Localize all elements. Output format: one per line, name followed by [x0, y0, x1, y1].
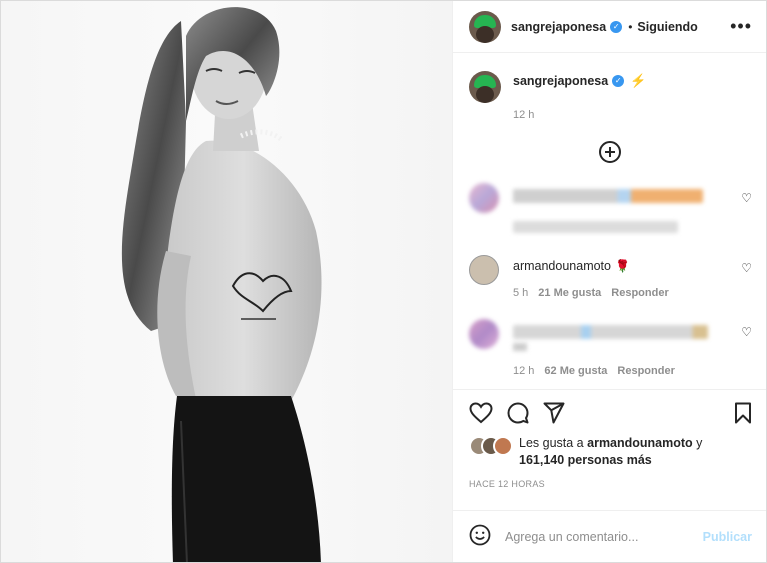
comments-list[interactable]: sangrejaponesa ✓ ⚡ 12 h ♡ armandounamoto… [453, 53, 766, 389]
post-timestamp[interactable]: HACE 12 HORAS [453, 479, 766, 489]
emoji-smiley-icon[interactable] [469, 524, 491, 549]
comment-text: 🌹 [614, 259, 630, 273]
add-comment-bar: Publicar [453, 510, 766, 562]
comment-username[interactable]: armandounamoto [513, 259, 611, 273]
comment-input[interactable] [505, 529, 703, 544]
comment-bubble-icon[interactable] [507, 402, 529, 424]
comment-like-heart-icon[interactable]: ♡ [741, 325, 752, 339]
verified-icon: ✓ [610, 20, 623, 33]
comment-like-heart-icon[interactable]: ♡ [741, 261, 752, 275]
comment-body-redacted: 12 h 62 Me gusta Responder [513, 319, 743, 377]
post-actions [453, 389, 766, 435]
publish-button[interactable]: Publicar [703, 530, 752, 544]
likes-summary: Les gusta a armandounamoto y 161,140 per… [453, 435, 766, 469]
share-paper-plane-icon[interactable] [543, 402, 565, 424]
caption-username[interactable]: sangrejaponesa [513, 74, 608, 88]
comment-avatar[interactable] [469, 255, 499, 285]
comment-like-heart-icon[interactable]: ♡ [741, 191, 752, 205]
comment-item: 12 h 62 Me gusta Responder ♡ [453, 319, 766, 377]
likes-user-link[interactable]: armandounamoto [587, 436, 693, 450]
more-horizontal-icon[interactable]: ••• [730, 16, 752, 37]
comment-body-redacted [513, 183, 743, 233]
likes-text: Les gusta a armandounamoto y 161,140 per… [519, 435, 702, 469]
reply-button[interactable]: Responder [617, 365, 674, 377]
load-more-comments-icon[interactable] [598, 141, 621, 163]
post-photo[interactable] [1, 1, 453, 562]
post-dialog: sangrejaponesa ✓ • Siguiendo ••• sangrej… [0, 0, 767, 563]
comment-likes[interactable]: 62 Me gusta [544, 365, 607, 377]
post-side-panel: sangrejaponesa ✓ • Siguiendo ••• sangrej… [453, 1, 766, 562]
liker-avatars[interactable] [469, 436, 513, 458]
likes-connector: y [696, 436, 703, 450]
comment-avatar[interactable] [469, 183, 499, 213]
likes-count-link[interactable]: 161,140 personas más [519, 453, 652, 467]
comment-avatar[interactable] [469, 319, 499, 349]
author-username[interactable]: sangrejaponesa [511, 20, 606, 34]
caption-time[interactable]: 12 h [513, 109, 646, 121]
like-heart-icon[interactable] [469, 401, 493, 424]
likes-prefix: Les gusta a [519, 436, 584, 450]
reply-button[interactable]: Responder [611, 287, 668, 299]
post-header: sangrejaponesa ✓ • Siguiendo ••• [453, 1, 766, 53]
comment-item: ♡ [453, 183, 766, 233]
following-button[interactable]: Siguiendo [637, 20, 697, 34]
comment-time[interactable]: 5 h [513, 287, 528, 299]
caption: sangrejaponesa ✓ ⚡ 12 h [453, 53, 766, 121]
caption-avatar[interactable] [469, 71, 501, 103]
comment-time[interactable]: 12 h [513, 365, 534, 377]
bookmark-icon[interactable] [734, 402, 752, 424]
caption-text: ⚡ [630, 73, 647, 88]
comment-item: armandounamoto 🌹 5 h 21 Me gusta Respond… [453, 255, 766, 299]
verified-icon: ✓ [612, 75, 625, 87]
author-avatar[interactable] [469, 10, 501, 43]
comment-likes[interactable]: 21 Me gusta [538, 287, 601, 299]
post-photo-illustration [121, 7, 322, 562]
separator-dot: • [628, 19, 633, 34]
